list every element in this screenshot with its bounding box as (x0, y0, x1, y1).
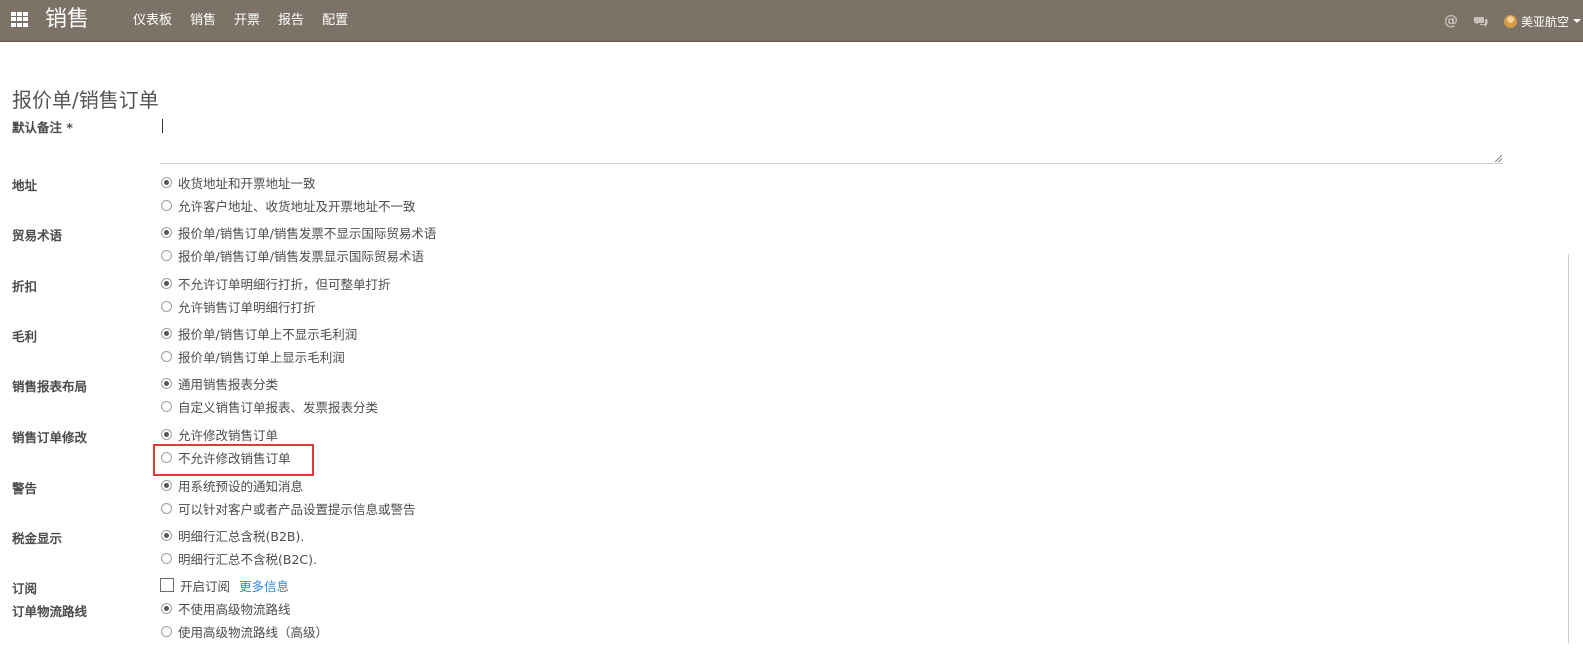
radio-button[interactable] (161, 199, 172, 211)
radio-button[interactable] (161, 602, 172, 614)
subscription-checkbox[interactable] (160, 578, 174, 592)
radio-label: 使用高级物流路线（高级） (178, 624, 329, 640)
radio-warning-custom[interactable]: 可以针对客户或者产品设置提示信息或警告 (161, 499, 416, 517)
avatar (1503, 14, 1517, 28)
radio-button[interactable] (161, 249, 172, 261)
scrollbar-thumb[interactable] (1568, 254, 1569, 644)
radio-tax-excluded[interactable]: 明细行汇总不含税(B2C). (161, 549, 317, 567)
radio-button[interactable] (161, 350, 172, 362)
radio-button[interactable] (161, 400, 172, 412)
subscription-checkbox-label[interactable]: 开启订阅 (180, 576, 230, 595)
menu-item-configuration[interactable]: 配置 (313, 0, 357, 42)
subscription-row: 开启订阅 更多信息 (160, 576, 289, 594)
radio-warning-default[interactable]: 用系统预设的通知消息 (161, 476, 303, 494)
clipped-option-row (161, 42, 721, 45)
radio-margin-show[interactable]: 报价单/销售订单上显示毛利润 (161, 347, 345, 365)
radio-button[interactable] (161, 226, 172, 238)
radio-label: 允许修改销售订单 (178, 427, 279, 443)
user-name: 美亚航空 (1520, 14, 1569, 29)
radio-label: 不允许订单明细行打折，但可整单打折 (178, 276, 391, 292)
radio-address-different[interactable]: 允许客户地址、收货地址及开票地址不一致 (161, 196, 416, 214)
radio-label: 收货地址和开票地址一致 (178, 175, 316, 191)
main-menu: 仪表板 销售 开票 报告 配置 (124, 0, 357, 42)
radio-tax-included[interactable]: 明细行汇总含税(B2B). (161, 526, 304, 544)
field-label-order-modification: 销售订单修改 (12, 430, 88, 445)
vertical-scrollbar[interactable] (1567, 42, 1583, 651)
apps-grid-icon[interactable] (11, 12, 28, 27)
radio-discount-line[interactable]: 允许销售订单明细行打折 (161, 297, 316, 315)
field-label-report-layout: 销售报表布局 (12, 379, 88, 394)
section-title: 报价单/销售订单 (12, 88, 159, 112)
mention-icon[interactable]: @ (1444, 13, 1458, 29)
field-label-tax-display: 税金显示 (12, 531, 63, 546)
default-note-label: 默认备注 * (12, 120, 73, 135)
radio-logistics-advanced[interactable]: 使用高级物流路线（高级） (161, 622, 328, 640)
radio-button[interactable] (161, 277, 172, 289)
field-label-subscription: 订阅 (12, 581, 38, 596)
radio-label: 允许客户地址、收货地址及开票地址不一致 (178, 198, 416, 214)
field-label-incoterms: 贸易术语 (12, 228, 63, 243)
radio-button[interactable] (161, 428, 172, 440)
radio-label: 自定义销售订单报表、发票报表分类 (178, 399, 379, 415)
radio-button[interactable] (161, 625, 172, 637)
field-label-warning: 警告 (12, 481, 38, 496)
radio-button[interactable] (161, 552, 172, 564)
user-menu[interactable]: 美亚航空 (1503, 13, 1581, 30)
menu-item-dashboard[interactable]: 仪表板 (124, 0, 181, 42)
field-label-discount: 折扣 (12, 279, 38, 294)
menu-item-sales[interactable]: 销售 (181, 0, 225, 42)
radio-label: 允许销售订单明细行打折 (178, 299, 316, 315)
radio-order-allow-edit[interactable]: 允许修改销售订单 (161, 425, 278, 443)
radio-button[interactable] (161, 327, 172, 339)
radio-label: 明细行汇总含税(B2B). (178, 528, 305, 544)
app-title: 销售 (45, 7, 90, 32)
radio-incoterms-hide[interactable]: 报价单/销售订单/销售发票不显示国际贸易术语 (161, 223, 436, 241)
radio-button[interactable] (161, 377, 172, 389)
radio-button[interactable] (161, 502, 172, 514)
resize-grip-icon[interactable] (1495, 155, 1502, 162)
chevron-down-icon (1573, 19, 1581, 23)
radio-margin-hide[interactable]: 报价单/销售订单上不显示毛利润 (161, 324, 357, 342)
radio-label: 明细行汇总不含税(B2C). (178, 551, 317, 567)
radio-logistics-basic[interactable]: 不使用高级物流路线 (161, 599, 291, 617)
radio-label: 用系统预设的通知消息 (178, 478, 304, 494)
radio-label: 报价单/销售订单/销售发票不显示国际贸易术语 (178, 225, 437, 241)
chat-icon[interactable] (1473, 16, 1488, 27)
radio-button[interactable] (161, 300, 172, 312)
field-label-logistics-route: 订单物流路线 (12, 604, 88, 619)
radio-incoterms-show[interactable]: 报价单/销售订单/销售发票显示国际贸易术语 (161, 246, 424, 264)
top-navbar: 销售 仪表板 销售 开票 报告 配置 @ 美亚航空 (0, 0, 1583, 42)
more-info-link[interactable]: 更多信息 (239, 576, 289, 595)
radio-label: 报价单/销售订单上显示毛利润 (178, 349, 345, 365)
radio-discount-order[interactable]: 不允许订单明细行打折，但可整单打折 (161, 274, 391, 292)
radio-label: 通用销售报表分类 (178, 376, 279, 392)
settings-form: 报价单/销售订单 默认备注 * 地址 收货地址和开票地址一致 允许客户地址、收货… (0, 42, 1567, 651)
radio-label: 报价单/销售订单/销售发票显示国际贸易术语 (178, 248, 424, 264)
radio-report-generic[interactable]: 通用销售报表分类 (161, 374, 278, 392)
default-note-textarea[interactable] (160, 116, 1503, 164)
menu-item-reports[interactable]: 报告 (269, 0, 313, 42)
field-label-margin: 毛利 (12, 329, 38, 344)
radio-label: 报价单/销售订单上不显示毛利润 (178, 326, 358, 342)
field-label-address: 地址 (12, 178, 38, 193)
radio-button[interactable] (161, 529, 172, 541)
radio-button[interactable] (161, 176, 172, 188)
radio-button[interactable] (161, 479, 172, 491)
radio-report-custom[interactable]: 自定义销售订单报表、发票报表分类 (161, 397, 378, 415)
navbar-right: @ 美亚航空 (1444, 0, 1583, 42)
radio-label: 不使用高级物流路线 (178, 601, 291, 617)
radio-address-same[interactable]: 收货地址和开票地址一致 (161, 173, 316, 191)
menu-item-invoicing[interactable]: 开票 (225, 0, 269, 42)
highlight-annotation-box (153, 444, 314, 476)
text-cursor (162, 119, 163, 133)
radio-label: 可以针对客户或者产品设置提示信息或警告 (178, 501, 416, 517)
